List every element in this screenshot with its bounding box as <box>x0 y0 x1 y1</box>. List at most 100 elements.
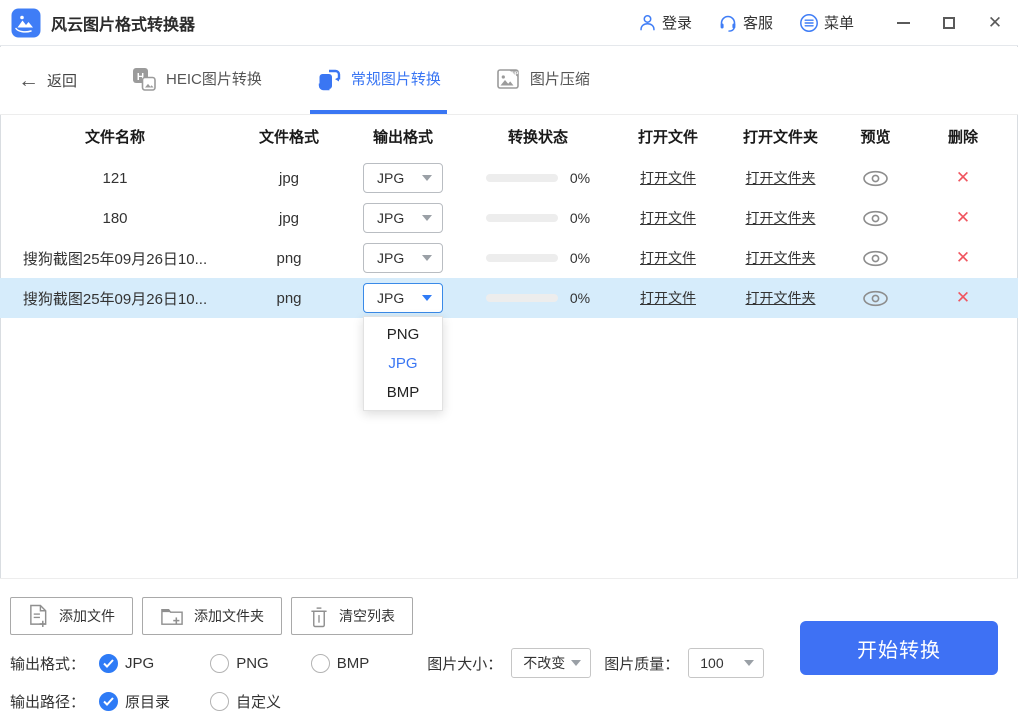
radio-unchecked-icon <box>210 692 229 711</box>
output-format-value: JPG <box>377 170 404 186</box>
table-row: 180 jpg JPG 0% 打开文件 打开文件夹 ✕ <box>0 198 1018 238</box>
clear-list-button[interactable]: 清空列表 <box>291 597 413 635</box>
header-open-file: 打开文件 <box>618 126 718 147</box>
back-label: 返回 <box>47 70 77 91</box>
trash-icon <box>309 605 329 628</box>
delete-button[interactable]: ✕ <box>956 168 970 188</box>
open-folder-link[interactable]: 打开文件夹 <box>746 168 816 188</box>
tab-image-compress[interactable]: ZIP 图片压缩 <box>489 47 596 114</box>
radio-format-jpg[interactable]: JPG <box>99 654 154 673</box>
output-format-value: JPG <box>377 210 404 226</box>
delete-button[interactable]: ✕ <box>956 208 970 228</box>
radio-label: PNG <box>236 655 269 672</box>
open-file-link[interactable]: 打开文件 <box>640 288 696 308</box>
output-format-select[interactable]: JPG <box>363 163 443 193</box>
radio-path-custom[interactable]: 自定义 <box>210 691 281 712</box>
radio-format-png[interactable]: PNG <box>210 654 269 673</box>
progress-bar <box>486 214 558 222</box>
table-row-selected: 搜狗截图25年09月26日10... png JPG 0% 打开文件 打开文件夹… <box>0 278 1018 318</box>
image-size-select[interactable]: 不改变 <box>511 648 591 678</box>
output-format-select-open[interactable]: JPG <box>363 283 443 313</box>
image-size-value: 不改变 <box>523 653 565 673</box>
close-button[interactable]: ✕ <box>972 0 1018 46</box>
file-format: jpg <box>230 170 348 187</box>
output-format-select[interactable]: JPG <box>363 203 443 233</box>
open-folder-link[interactable]: 打开文件夹 <box>746 208 816 228</box>
eye-icon <box>862 210 889 227</box>
image-quality-select[interactable]: 100 <box>688 648 764 678</box>
header-output-format: 输出格式 <box>348 126 458 147</box>
radio-unchecked-icon <box>311 654 330 673</box>
progress-percent: 0% <box>570 210 590 226</box>
open-file-link[interactable]: 打开文件 <box>640 248 696 268</box>
file-name: 121 <box>0 170 230 187</box>
output-format-value: JPG <box>377 250 404 266</box>
radio-unchecked-icon <box>210 654 229 673</box>
add-folder-button[interactable]: 添加文件夹 <box>142 597 282 635</box>
radio-format-bmp[interactable]: BMP <box>311 654 370 673</box>
radio-checked-icon <box>99 692 118 711</box>
titlebar: 风云图片格式转换器 登录 客服 菜单 <box>0 0 1018 46</box>
preview-button[interactable] <box>843 290 908 307</box>
file-format: png <box>230 290 348 307</box>
support-button[interactable]: 客服 <box>718 12 773 33</box>
eye-icon <box>862 290 889 307</box>
progress-bar <box>486 294 558 302</box>
output-format-label: 输出格式： <box>10 653 85 674</box>
login-button[interactable]: 登录 <box>638 12 692 33</box>
login-label: 登录 <box>662 12 692 33</box>
menu-icon <box>799 13 819 33</box>
file-name: 180 <box>0 210 230 227</box>
radio-checked-icon <box>99 654 118 673</box>
file-table: 文件名称 文件格式 输出格式 转换状态 打开文件 打开文件夹 预览 删除 121… <box>0 115 1018 318</box>
header-delete: 删除 <box>908 126 1018 147</box>
back-button[interactable]: ← 返回 <box>18 70 77 91</box>
file-format: jpg <box>230 210 348 227</box>
output-format-value: JPG <box>377 290 404 306</box>
delete-button[interactable]: ✕ <box>956 288 970 308</box>
progress-percent: 0% <box>570 170 590 186</box>
output-format-dropdown: PNG JPG BMP <box>363 316 443 411</box>
minimize-button[interactable] <box>880 0 926 46</box>
image-size-label: 图片大小： <box>427 653 502 674</box>
chevron-down-icon <box>571 660 581 666</box>
add-file-label: 添加文件 <box>59 606 115 626</box>
radio-label: 原目录 <box>125 691 170 712</box>
open-file-link[interactable]: 打开文件 <box>640 168 696 188</box>
footer-panel: 添加文件 添加文件夹 清空列表 输出格式： <box>0 578 1018 713</box>
output-options-row: 输出格式： JPG PNG BMP 图片大小： 不改变 图片质量： 100 <box>10 648 764 678</box>
maximize-button[interactable] <box>926 0 972 46</box>
preview-button[interactable] <box>843 210 908 227</box>
preview-button[interactable] <box>843 250 908 267</box>
radio-label: JPG <box>125 655 154 672</box>
add-file-button[interactable]: 添加文件 <box>10 597 133 635</box>
chevron-down-icon <box>422 255 432 261</box>
start-convert-button[interactable]: 开始转换 <box>800 621 998 675</box>
output-format-select[interactable]: JPG <box>363 243 443 273</box>
menu-button[interactable]: 菜单 <box>799 12 854 33</box>
tab-heic-convert[interactable]: H HEIC图片转换 <box>125 47 268 114</box>
delete-button[interactable]: ✕ <box>956 248 970 268</box>
add-file-icon <box>28 604 49 628</box>
file-name: 搜狗截图25年09月26日10... <box>0 248 230 269</box>
radio-path-original[interactable]: 原目录 <box>99 691 170 712</box>
add-folder-label: 添加文件夹 <box>194 606 264 626</box>
tab-normal-convert[interactable]: 常规图片转换 <box>310 47 447 114</box>
image-quality-label: 图片质量： <box>604 653 679 674</box>
tab-bar: ← 返回 H HEIC图片转换 常规图片转换 <box>0 47 1018 115</box>
dropdown-option-png[interactable]: PNG <box>364 320 442 349</box>
table-row: 121 jpg JPG 0% 打开文件 打开文件夹 ✕ <box>0 158 1018 198</box>
dropdown-option-jpg-selected[interactable]: JPG <box>364 349 442 378</box>
chevron-down-icon <box>422 215 432 221</box>
header-convert-status: 转换状态 <box>458 126 618 147</box>
dropdown-option-bmp[interactable]: BMP <box>364 378 442 407</box>
preview-button[interactable] <box>843 170 908 187</box>
open-folder-link[interactable]: 打开文件夹 <box>746 288 816 308</box>
eye-icon <box>862 170 889 187</box>
progress-bar <box>486 254 558 262</box>
open-folder-link[interactable]: 打开文件夹 <box>746 248 816 268</box>
eye-icon <box>862 250 889 267</box>
svg-text:ZIP: ZIP <box>510 71 519 77</box>
back-arrow-icon: ← <box>18 70 39 91</box>
open-file-link[interactable]: 打开文件 <box>640 208 696 228</box>
